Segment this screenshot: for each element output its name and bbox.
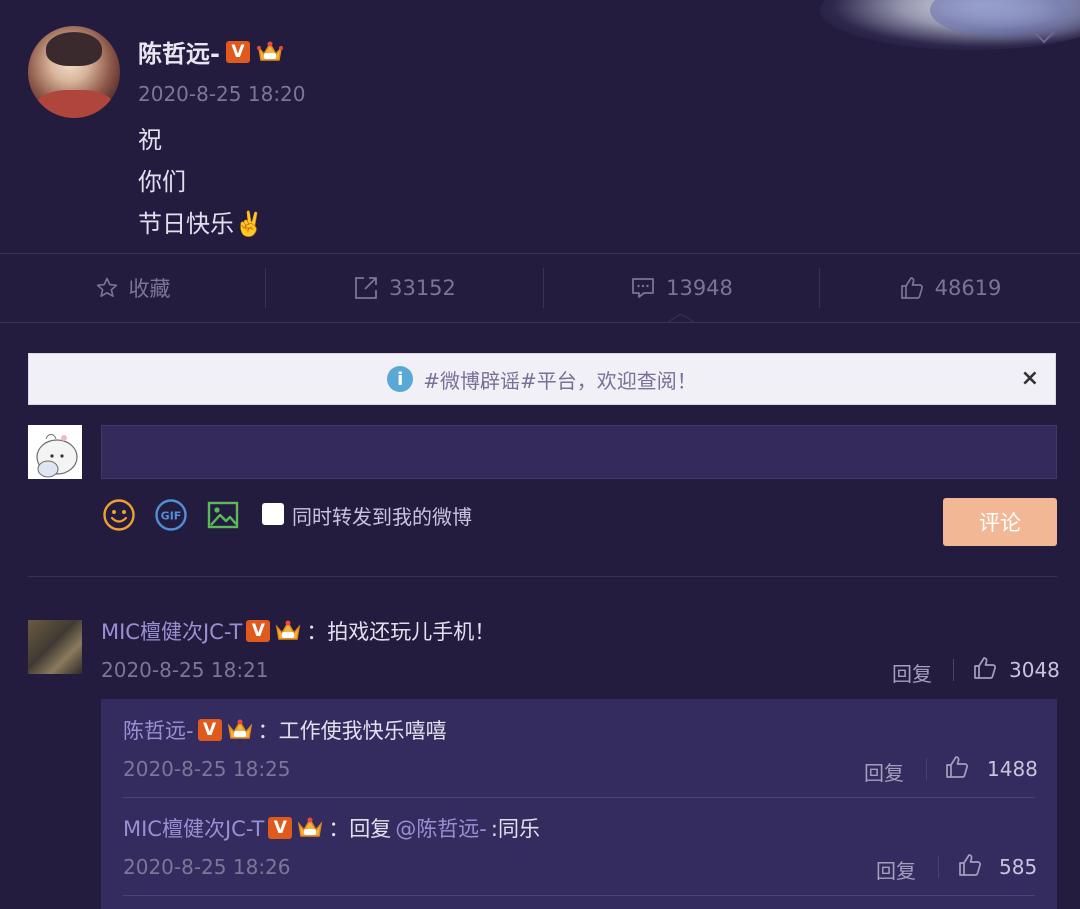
reply-timestamp: 2020-8-25 18:26 bbox=[123, 855, 291, 879]
reply-timestamp: 2020-8-25 18:25 bbox=[123, 757, 291, 781]
comment-timestamp: 2020-8-25 18:21 bbox=[101, 658, 269, 682]
favorite-button[interactable]: 收藏 bbox=[0, 254, 265, 322]
post-text-line-1: 祝 bbox=[138, 126, 162, 154]
replies-panel: 陈哲远- V ：工作使我快乐嘻嘻 2020-8-25 18:25 回复 1488… bbox=[101, 699, 1057, 909]
emoji-icon[interactable] bbox=[102, 498, 136, 532]
verified-v-icon: V bbox=[197, 719, 222, 741]
star-icon bbox=[96, 277, 117, 297]
close-icon[interactable]: × bbox=[1021, 366, 1039, 391]
cartoon-avatar-icon bbox=[28, 425, 82, 479]
crown-icon bbox=[298, 817, 323, 837]
action-bar: 收藏 33152 13948 48619 bbox=[0, 254, 1080, 322]
repost-button[interactable]: 33152 bbox=[266, 254, 543, 322]
like-button[interactable]: 48619 bbox=[820, 254, 1080, 322]
reply-mention-link[interactable]: @陈哲远- bbox=[395, 813, 487, 843]
thumbs-up-icon[interactable] bbox=[957, 852, 983, 878]
my-avatar[interactable] bbox=[28, 425, 82, 479]
comments-divider bbox=[28, 576, 1057, 577]
reply-divider bbox=[123, 895, 1035, 896]
post-text-line-3: 节日快乐✌️ bbox=[138, 210, 264, 238]
post-text-line-2: 你们 bbox=[138, 168, 186, 196]
image-icon[interactable] bbox=[206, 498, 240, 532]
like-count: 48619 bbox=[934, 276, 1002, 300]
verified-v-icon: V bbox=[246, 620, 271, 642]
active-tab-caret-icon bbox=[668, 314, 694, 323]
notice-text[interactable]: #微博辟谣#平台，欢迎查阅！ bbox=[423, 365, 697, 394]
comment-like-count: 3048 bbox=[1009, 658, 1060, 682]
repost-count: 33152 bbox=[389, 276, 456, 300]
reply-header: MIC檀健次JC-T V ：回复 @陈哲远-:同乐 bbox=[123, 813, 540, 843]
reply-header: 陈哲远- V ：工作使我快乐嘻嘻 bbox=[123, 715, 447, 745]
avatar-robe-shape bbox=[36, 90, 114, 118]
thumbs-up-icon bbox=[900, 277, 923, 299]
reply-reply-button[interactable]: 回复 bbox=[876, 855, 916, 884]
reply-like-count: 1488 bbox=[987, 757, 1038, 781]
svg-text:GIF: GIF bbox=[161, 510, 182, 523]
commenter-avatar[interactable] bbox=[28, 620, 82, 674]
comment-count: 13948 bbox=[666, 276, 733, 300]
info-icon: i bbox=[387, 366, 414, 392]
avatar-hair-shape bbox=[46, 32, 102, 66]
commenter-name[interactable]: MIC檀健次JC-T bbox=[101, 616, 242, 646]
post-author-avatar[interactable] bbox=[28, 26, 120, 118]
post-author-name[interactable]: 陈哲远- bbox=[138, 34, 220, 69]
thumbs-up-icon[interactable] bbox=[944, 754, 970, 780]
reply-divider bbox=[123, 797, 1035, 798]
reply-reply-button[interactable]: 回复 bbox=[864, 757, 904, 786]
comment-icon bbox=[632, 278, 654, 298]
repost-checkbox-label[interactable]: 同时转发到我的微博 bbox=[292, 501, 472, 530]
rumor-notice-banner[interactable]: i #微博辟谣#平台，欢迎查阅！ × bbox=[28, 353, 1056, 405]
crown-icon bbox=[227, 719, 252, 739]
reply-like-separator bbox=[953, 659, 954, 681]
reply-text: ：工作使我快乐嘻嘻 bbox=[257, 719, 447, 743]
verified-v-icon: V bbox=[268, 817, 293, 839]
comment-reply-button[interactable]: 回复 bbox=[892, 658, 932, 687]
crown-icon bbox=[276, 620, 301, 640]
repost-checkbox[interactable] bbox=[262, 503, 284, 525]
repost-icon bbox=[355, 277, 377, 299]
action-bar-bottom-divider bbox=[0, 322, 1080, 323]
gif-icon[interactable]: GIF bbox=[154, 498, 188, 532]
comment-header: MIC檀健次JC-T V ：拍戏还玩儿手机！ bbox=[101, 616, 495, 646]
verified-v-icon: V bbox=[225, 40, 250, 63]
comment-text: ：拍戏还玩儿手机！ bbox=[306, 620, 496, 644]
comment-tab-button[interactable]: 13948 bbox=[544, 254, 819, 322]
thumbs-up-icon[interactable] bbox=[972, 655, 998, 681]
reply-like-separator bbox=[926, 758, 927, 780]
reply-author-name[interactable]: MIC檀健次JC-T bbox=[123, 813, 264, 843]
comment-submit-button[interactable]: 评论 bbox=[943, 498, 1057, 546]
post-timestamp[interactable]: 2020-8-25 18:20 bbox=[138, 82, 306, 106]
reply-author-name[interactable]: 陈哲远- bbox=[123, 715, 194, 745]
favorite-label: 收藏 bbox=[128, 277, 171, 301]
reply-like-count: 585 bbox=[999, 855, 1038, 879]
crown-icon bbox=[256, 41, 283, 61]
reply-text-prefix: ：回复 bbox=[328, 817, 392, 841]
post-author-row: 陈哲远- V bbox=[138, 34, 284, 69]
reply-like-separator bbox=[938, 856, 939, 878]
comment-input[interactable] bbox=[101, 425, 1057, 479]
reply-text-suffix: :同乐 bbox=[490, 817, 540, 841]
